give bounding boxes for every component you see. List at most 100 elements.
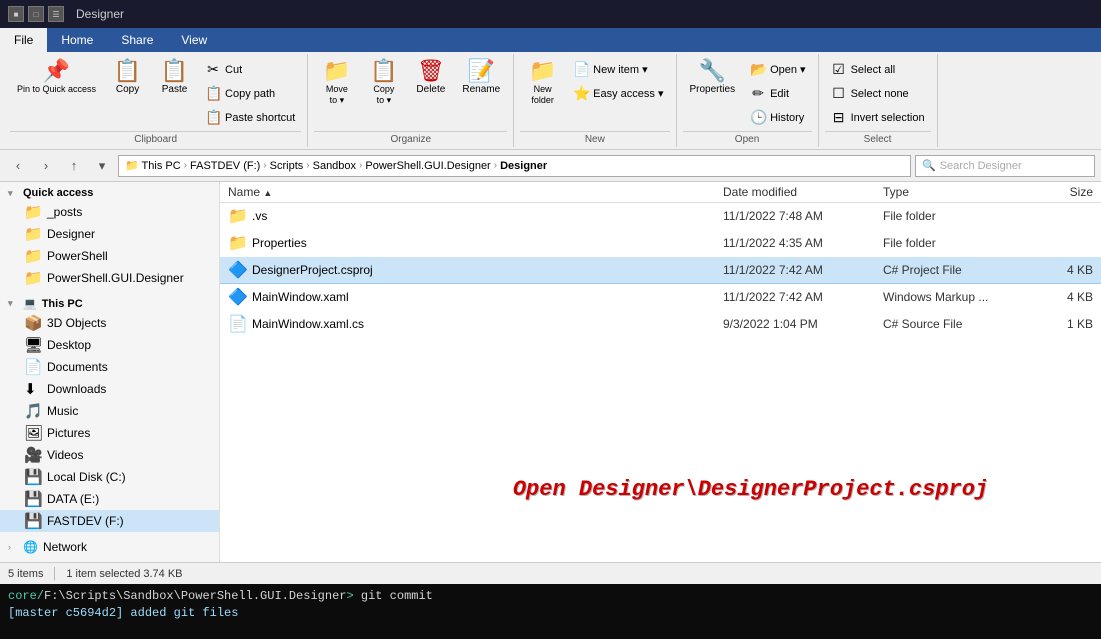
col-type[interactable]: Type (883, 185, 1023, 199)
file-row[interactable]: 🔷 MainWindow.xaml 11/1/2022 7:42 AM Wind… (220, 284, 1101, 311)
delete-button[interactable]: 🗑 Delete (408, 56, 453, 99)
sidebar-item-music[interactable]: 🎵 Music (0, 400, 219, 422)
new-item-button[interactable]: 📄 New item ▾ (567, 58, 669, 81)
thispc-icon: 💻 (23, 297, 37, 310)
breadcrumb-powershell-gui[interactable]: PowerShell.GUI.Designer (365, 160, 490, 172)
file-row[interactable]: 🔷 DesignerProject.csproj 11/1/2022 7:42 … (220, 257, 1101, 284)
powershell-folder-icon: 📁 (24, 247, 42, 265)
terminal-gt: > (346, 589, 360, 603)
new-folder-button[interactable]: 📁 Newfolder (520, 56, 565, 110)
sidebar-quick-access-header[interactable]: ▾ Quick access (0, 185, 219, 201)
sidebar-item-desktop[interactable]: 🖥 Desktop (0, 334, 219, 356)
sidebar-item-designer[interactable]: 📁 Designer (0, 223, 219, 245)
open-label: Open (683, 131, 812, 145)
sidebar-item-posts[interactable]: 📁 _posts (0, 201, 219, 223)
clipboard-buttons: 📌 Pin to Quick access 📋 Copy 📋 Paste ✂ C… (10, 56, 301, 129)
cut-button[interactable]: ✂ Cut (199, 58, 301, 81)
sidebar-item-3dobjects[interactable]: 📦 3D Objects (0, 312, 219, 334)
breadcrumb-thispc[interactable]: 📁 This PC (125, 159, 181, 172)
file-row[interactable]: 📁 Properties 11/1/2022 4:35 AM File fold… (220, 230, 1101, 257)
sidebar-item-documents[interactable]: 📄 Documents (0, 356, 219, 378)
3dobjects-icon: 📦 (24, 314, 42, 332)
rename-icon: 📝 (468, 60, 495, 82)
open-icon: 📂 (750, 61, 766, 78)
pin-icon: 📌 (43, 60, 70, 82)
music-icon: 🎵 (24, 402, 42, 420)
paste-shortcut-button[interactable]: 📋 Paste shortcut (199, 106, 301, 129)
file-row[interactable]: 📁 .vs 11/1/2022 7:48 AM File folder (220, 203, 1101, 230)
easy-access-button[interactable]: ⭐ Easy access ▾ (567, 82, 669, 105)
file-size: 1 KB (1023, 317, 1093, 331)
file-icon: 📄 (228, 314, 248, 334)
sidebar-item-powershell-gui[interactable]: 📁 PowerShell.GUI.Designer (0, 267, 219, 289)
file-name: MainWindow.xaml.cs (252, 317, 723, 331)
ribbon: 📌 Pin to Quick access 📋 Copy 📋 Paste ✂ C… (0, 52, 1101, 150)
select-all-button[interactable]: ☑ Select all (825, 58, 931, 81)
history-button[interactable]: 🕒 History (744, 106, 812, 129)
breadcrumb-sandbox[interactable]: Sandbox (313, 160, 356, 172)
organize-buttons: 📁 Moveto ▾ 📋 Copyto ▾ 🗑 Delete 📝 Rename (314, 56, 507, 129)
address-bar[interactable]: 📁 This PC › FASTDEV (F:) › Scripts › San… (118, 155, 911, 177)
tab-file[interactable]: File (0, 28, 47, 52)
sidebar-item-pictures[interactable]: 🖼 Pictures (0, 422, 219, 444)
select-none-button[interactable]: ☐ Select none (825, 82, 931, 105)
new-item-icon: 📄 (573, 61, 589, 78)
search-icon: 🔍 (922, 159, 936, 172)
address-area: ‹ › ↑ ▾ 📁 This PC › FASTDEV (F:) › Scrip… (0, 150, 1101, 182)
copy-path-button[interactable]: 📋 Copy path (199, 82, 301, 105)
easy-access-icon: ⭐ (573, 85, 589, 102)
pin-quick-access-button[interactable]: 📌 Pin to Quick access (10, 56, 103, 99)
sidebar-item-datae[interactable]: 💾 DATA (E:) (0, 488, 219, 510)
copy-button[interactable]: 📋 Copy (105, 56, 150, 99)
organize-label: Organize (314, 131, 507, 145)
sidebar-item-powershell[interactable]: 📁 PowerShell (0, 245, 219, 267)
pictures-icon: 🖼 (24, 424, 42, 442)
file-type: C# Project File (883, 263, 1023, 277)
breadcrumb-scripts[interactable]: Scripts (270, 160, 304, 172)
file-date: 11/1/2022 7:42 AM (723, 290, 883, 304)
breadcrumb-fastdev[interactable]: FASTDEV (F:) (190, 160, 260, 172)
tab-home[interactable]: Home (47, 28, 107, 52)
powershell-gui-folder-icon: 📁 (24, 269, 42, 287)
up-button[interactable]: ↑ (62, 154, 86, 178)
tab-share[interactable]: Share (107, 28, 167, 52)
edit-button[interactable]: ✏ Edit (744, 82, 812, 105)
file-date: 9/3/2022 1:04 PM (723, 317, 883, 331)
col-date[interactable]: Date modified (723, 185, 883, 199)
title-icon-1: ■ (8, 6, 24, 22)
file-icon: 📁 (228, 206, 248, 226)
open-buttons: 🔧 Properties 📂 Open ▾ ✏ Edit 🕒 History (683, 56, 812, 129)
col-size[interactable]: Size (1023, 185, 1093, 199)
file-rows-container: 📁 .vs 11/1/2022 7:48 AM File folder 📁 Pr… (220, 203, 1101, 338)
col-name[interactable]: Name ▲ (228, 185, 723, 199)
sidebar-item-designer-label: Designer (47, 227, 95, 241)
ribbon-group-organize: 📁 Moveto ▾ 📋 Copyto ▾ 🗑 Delete 📝 Rename … (308, 54, 514, 147)
tab-view[interactable]: View (167, 28, 221, 52)
recent-button[interactable]: ▾ (90, 154, 114, 178)
sidebar-network-header[interactable]: › 🌐 Network (0, 538, 219, 556)
back-button[interactable]: ‹ (6, 154, 30, 178)
terminal-path: F:\Scripts\Sandbox\PowerShell.GUI.Design… (44, 589, 346, 603)
properties-button[interactable]: 🔧 Properties (683, 56, 743, 99)
select-label: Select (825, 131, 931, 145)
select-buttons: ☑ Select all ☐ Select none ⊟ Invert sele… (825, 56, 931, 129)
forward-button[interactable]: › (34, 154, 58, 178)
invert-selection-button[interactable]: ⊟ Invert selection (825, 106, 931, 129)
history-icon: 🕒 (750, 109, 766, 126)
move-to-button[interactable]: 📁 Moveto ▾ (314, 56, 359, 110)
sidebar-item-downloads[interactable]: ⬇ Downloads (0, 378, 219, 400)
file-row[interactable]: 📄 MainWindow.xaml.cs 9/3/2022 1:04 PM C#… (220, 311, 1101, 338)
new-label: New (520, 131, 669, 145)
sidebar-item-localdisk[interactable]: 💾 Local Disk (C:) (0, 466, 219, 488)
sidebar-item-videos[interactable]: 🎥 Videos (0, 444, 219, 466)
sidebar-thispc-header[interactable]: ▾ 💻 This PC (0, 295, 219, 312)
designer-folder-icon: 📁 (24, 225, 42, 243)
open-button[interactable]: 📂 Open ▾ (744, 58, 812, 81)
paste-button[interactable]: 📋 Paste (152, 56, 197, 99)
thispc-chevron: ▾ (8, 298, 18, 309)
copy-to-button[interactable]: 📋 Copyto ▾ (361, 56, 406, 110)
rename-button[interactable]: 📝 Rename (455, 56, 507, 99)
sidebar-item-fastdev[interactable]: 💾 FASTDEV (F:) (0, 510, 219, 532)
search-box[interactable]: 🔍 Search Designer (915, 155, 1095, 177)
breadcrumb-designer[interactable]: Designer (500, 160, 547, 172)
